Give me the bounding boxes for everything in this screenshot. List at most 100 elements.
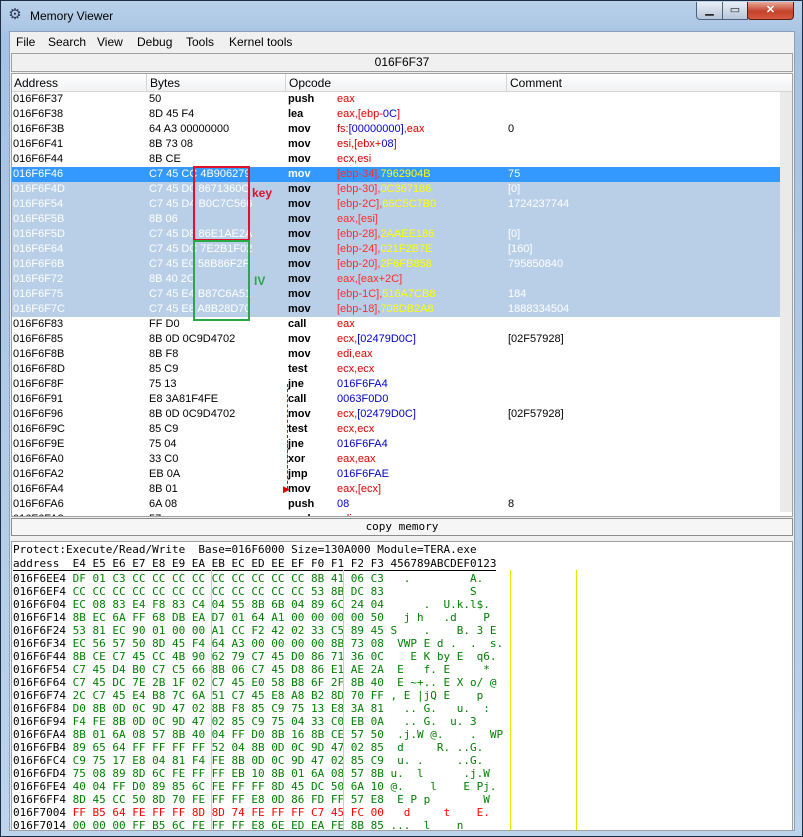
- vertical-scrollbar[interactable]: [780, 92, 792, 512]
- disasm-row[interactable]: 016F6F46 C7 45 CC 4B906279 mov [ebp-34],796…: [12, 167, 780, 182]
- disasm-row[interactable]: 016F6F96 8B 0D 0C9D4702 mov ecx,[02479D0C] […: [12, 407, 780, 422]
- hex-row-ascii: u. l .j.W: [390, 767, 497, 780]
- hex-row[interactable]: 016F6F04 EC 08 83 E4 F8 83 C4 04 55 8B 6…: [13, 598, 490, 611]
- disasm-row[interactable]: 016F6F8F 75 13 jne 016F6FA4: [12, 377, 780, 392]
- row-address: 016F6F4D: [13, 183, 65, 195]
- col-comment[interactable]: Comment: [510, 76, 562, 90]
- hex-view[interactable]: Protect:Execute/Read/Write Base=016F6000…: [11, 541, 793, 831]
- row-operands: eax,[eax+2C]: [337, 273, 403, 285]
- disasm-row[interactable]: 016F6F8B 8B F8 mov edi,eax: [12, 347, 780, 362]
- hex-row-address: 016F6F74: [13, 689, 73, 702]
- row-bytes: 8B 06: [149, 213, 178, 225]
- disasm-row[interactable]: 016F6F4D C7 45 D0 8671360C mov [ebp-30],0C3…: [12, 182, 780, 197]
- col-bytes[interactable]: Bytes: [150, 76, 180, 90]
- hex-row[interactable]: 016F6F74 2C C7 45 E4 B8 7C 6A 51 C7 45 E…: [13, 689, 490, 702]
- disasm-row[interactable]: 016F6F91 E8 3A81F4FE call 0063F0D0: [12, 392, 780, 407]
- maximize-button[interactable]: ▭: [722, 2, 748, 20]
- close-button[interactable]: ✕: [747, 2, 794, 20]
- hex-row[interactable]: 016F6F94 F4 FE 8B 0D 0C 9D 47 02 85 C9 7…: [13, 715, 496, 728]
- hex-row[interactable]: 016F6FD4 75 08 89 8D 6C FE FF FF EB 10 8…: [13, 767, 496, 780]
- row-address: 016F6F46: [13, 168, 64, 180]
- disasm-row[interactable]: 016F6F83 FF D0 call eax: [12, 317, 780, 332]
- hex-row[interactable]: 016F6F84 D0 8B 0D 0C 9D 47 02 8B F8 85 C…: [13, 702, 490, 715]
- disasm-row[interactable]: 016F6F8D 85 C9 test ecx,ecx: [12, 362, 780, 377]
- menu-debug[interactable]: Debug: [137, 35, 172, 49]
- hex-row[interactable]: 016F6FC4 C9 75 17 E8 04 81 F4 FE 8B 0D 0…: [13, 754, 496, 767]
- row-opcode: push: [288, 498, 315, 510]
- hex-row[interactable]: 016F7004 FF B5 64 FE FF FF 8D 8D 74 FE F…: [13, 806, 496, 819]
- col-address[interactable]: Address: [14, 76, 58, 90]
- menu-kernel-tools[interactable]: Kernel tools: [229, 35, 292, 49]
- disasm-row[interactable]: 016F6FA6 6A 08 push 08 8: [12, 497, 780, 512]
- minimize-button[interactable]: ▁: [696, 2, 723, 20]
- row-bytes: 8B CE: [149, 153, 181, 165]
- disasm-row[interactable]: 016F6F85 8B 0D 0C9D4702 mov ecx,[02479D0C] […: [12, 332, 780, 347]
- copy-memory-bar[interactable]: copy memory: [11, 518, 793, 536]
- menu-search[interactable]: Search: [48, 35, 86, 49]
- hex-row[interactable]: 016F6FA4 8B 01 6A 08 57 8B 40 04 FF D0 8…: [13, 728, 503, 741]
- hex-row[interactable]: 016F6F24 53 81 EC 90 01 00 00 A1 CC F2 4…: [13, 624, 496, 637]
- disasm-row[interactable]: 016F6F37 50 push eax: [12, 92, 780, 107]
- disassembler-header: Address Bytes Opcode Comment: [12, 74, 792, 92]
- row-bytes: 8B F8: [149, 348, 179, 360]
- disasm-row[interactable]: 016F6FA2 EB 0A jmp 016F6FAE: [12, 467, 780, 482]
- disasm-row[interactable]: 016F6F3B 64 A3 00000000 mov fs:[00000000],e…: [12, 122, 780, 137]
- disasm-row[interactable]: 016F6FA8 57 push edi: [12, 512, 780, 516]
- title-bar[interactable]: ⚙ Memory Viewer ▁ ▭ ✕: [1, 1, 802, 31]
- disasm-row[interactable]: 016F6F38 8D 45 F4 lea eax,[ebp-0C]: [12, 107, 780, 122]
- hex-row[interactable]: 016F6F34 EC 56 57 50 8D 45 F4 64 A3 00 0…: [13, 637, 503, 650]
- hex-row-address: 016F6F84: [13, 702, 73, 715]
- row-comment: 1724237744: [508, 198, 570, 210]
- row-bytes: 8B 0D 0C9D4702: [149, 333, 236, 345]
- disassembler-view[interactable]: Address Bytes Opcode Comment 016F6F37 50 p…: [11, 73, 793, 517]
- hex-row[interactable]: 016F6F54 C7 45 D4 B0 C7 C5 66 8B 06 C7 4…: [13, 663, 490, 676]
- row-comment: 8: [508, 498, 515, 510]
- row-opcode: mov: [288, 198, 311, 210]
- jump-target-arrow-icon: ▶: [283, 484, 290, 494]
- row-comment: [0]: [508, 228, 521, 240]
- disasm-row[interactable]: 016F6F9C 85 C9 test ecx,ecx: [12, 422, 780, 437]
- disasm-row[interactable]: 016F6FA0 33 C0 xor eax,eax: [12, 452, 780, 467]
- row-opcode: mov: [288, 168, 311, 180]
- hex-row-address: 016F6FA4: [13, 728, 73, 741]
- hex-row[interactable]: 016F6F44 8B CE C7 45 CC 4B 90 62 79 C7 4…: [13, 650, 496, 663]
- disasm-row[interactable]: 016F6F64 C7 45 DC 7E2B1F02 mov [ebp-24],021…: [12, 242, 780, 257]
- row-opcode: mov: [288, 183, 311, 195]
- disasm-row[interactable]: 016F6F5B 8B 06 mov eax,[esi]: [12, 212, 780, 227]
- hex-row[interactable]: 016F6EE4 DF 01 C3 CC CC CC CC CC CC CC C…: [13, 572, 490, 585]
- row-operands: 016F6FA4: [337, 378, 388, 390]
- hex-row-address: 016F6FC4: [13, 754, 73, 767]
- hex-row[interactable]: 016F6FB4 89 65 64 FF FF FF FF 52 04 8B 0…: [13, 741, 496, 754]
- hex-row[interactable]: 016F6FF4 8D 45 CC 50 8D 70 FE FF FF E8 0…: [13, 793, 496, 806]
- menu-tools[interactable]: Tools: [186, 35, 214, 49]
- row-opcode: mov: [288, 408, 311, 420]
- hex-row[interactable]: 016F6F14 8B EC 6A FF 68 DB EA D7 01 64 A…: [13, 611, 490, 624]
- current-address-bar[interactable]: 016F6F37: [11, 53, 793, 72]
- disasm-row[interactable]: 016F6F7C C7 45 E8 A8B28D70 mov [ebp-18],708…: [12, 302, 780, 317]
- hex-row[interactable]: 016F6FE4 40 04 FF D0 89 85 6C FE FF FF 8…: [13, 780, 496, 793]
- disasm-row[interactable]: 016F6FA4 8B 01 mov eax,[ecx]: [12, 482, 780, 497]
- disasm-row[interactable]: 016F6F41 8B 73 08 mov esi,[ebx+08]: [12, 137, 780, 152]
- disasm-row[interactable]: 016F6F44 8B CE mov ecx,esi: [12, 152, 780, 167]
- hex-row[interactable]: 016F7014 00 00 00 FF B5 6C FE FF FF E8 6…: [13, 819, 503, 830]
- hex-row[interactable]: 016F6F64 C7 45 DC 7E 2B 1F 02 C7 45 E0 5…: [13, 676, 496, 689]
- disasm-row[interactable]: 016F6F72 8B 40 2C mov eax,[eax+2C]: [12, 272, 780, 287]
- row-operands: [ebp-2C],66C5C7B0: [337, 198, 437, 210]
- menu-view[interactable]: View: [97, 35, 123, 49]
- menu-file[interactable]: File: [16, 35, 35, 49]
- hex-row-ascii: j h .d P: [390, 611, 490, 624]
- hex-row-ascii: E f. E *: [390, 663, 490, 676]
- disasm-row[interactable]: 016F6F5D C7 45 D8 86E1AE2A mov [ebp-28],2AA…: [12, 227, 780, 242]
- disasm-row[interactable]: 016F6F6B C7 45 E0 58B86F2F mov [ebp-20],2F6…: [12, 257, 780, 272]
- col-opcode[interactable]: Opcode: [289, 76, 331, 90]
- disasm-row[interactable]: 016F6F9E 75 04 jne 016F6FA4: [12, 437, 780, 452]
- disasm-row[interactable]: 016F6F54 C7 45 D4 B0C7C566 mov [ebp-2C],66C…: [12, 197, 780, 212]
- row-operands: esi,[ebx+08]: [337, 138, 397, 150]
- row-comment: [160]: [508, 243, 533, 255]
- row-comment: 1888334504: [508, 303, 570, 315]
- row-operands: [ebp-1C],516A7CB8: [337, 288, 436, 300]
- row-comment: 75: [508, 168, 521, 180]
- disasm-row[interactable]: 016F6F75 C7 45 E4 B87C6A51 mov [ebp-1C],516…: [12, 287, 780, 302]
- hex-row[interactable]: 016F6EF4 CC CC CC CC CC CC CC CC CC CC C…: [13, 585, 490, 598]
- row-bytes: E8 3A81F4FE: [149, 393, 219, 405]
